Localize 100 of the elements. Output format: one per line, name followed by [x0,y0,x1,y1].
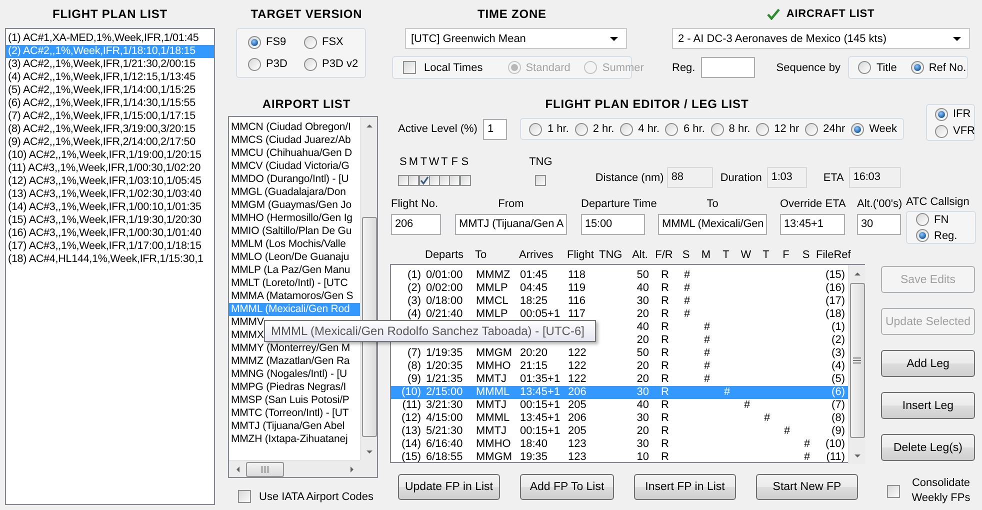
list-item[interactable]: (4) AC#2,,1%,Week,IFR,1/12:15,1/13:45 [6,71,214,84]
list-item[interactable]: (17) AC#3,,1%,Week,IFR,1/17:00,1/18:15 [6,240,214,253]
radio-button[interactable] [935,108,948,120]
list-item[interactable]: (1) AC#1,XA-MED,1%,Week,IFR,1/01:45 [6,32,214,45]
action-button[interactable]: Add FP To List [520,474,614,500]
table-row[interactable]: (15) 6/18:55 MMGM 19:35 123 10 R # (11) [391,451,848,464]
list-item[interactable]: (8) AC#2,,1%,Week,IFR,3/19:00,3/20:15 [6,123,214,136]
list-item[interactable]: (12) AC#3,,1%,Week,IFR,1/03:10,1/05:45 [6,175,214,188]
list-item[interactable]: (15) AC#3,,1%,Week,IFR,1/19:30,1/20:30 [6,214,214,227]
eta-field[interactable]: 16:03 [849,167,902,188]
table-row[interactable]: (7) 1/19:35 MMGM 20:20 122 50 R # (3) [391,347,848,360]
departure-time-field[interactable]: 15:00 [581,214,645,235]
duration-field[interactable]: 1:03 [767,167,808,188]
action-button[interactable]: Insert FP in List [634,474,736,500]
radio-button[interactable] [248,36,261,48]
list-item[interactable]: (3) AC#2,,1%,Week,IFR,1/21:30,2/00:15 [6,58,214,71]
list-item[interactable]: (11) AC#3,,1%,Week,IFR,1/00:30,1/02:20 [6,162,214,175]
checkbox[interactable] [418,174,430,186]
list-item[interactable]: MMLT (Loreto/Intl) - [UTC [229,277,360,290]
radio-button[interactable] [910,61,924,74]
list-item[interactable]: (7) AC#2,,1%,Week,IFR,1/15:00,1/17:15 [6,110,214,123]
destination-field[interactable]: MMML (Mexicali/Gen [658,214,767,235]
flight-number-field[interactable]: 206 [391,214,441,235]
list-item[interactable]: MMDO (Durango/Intl) - [U [229,173,360,186]
list-item[interactable]: (16) AC#3,,1%,Week,IFR,1/00:30,1/01:40 [6,227,214,240]
list-item[interactable]: MMPG (Piedras Negras/I [229,381,360,394]
checkbox[interactable] [398,174,409,186]
scrollbar-thumb[interactable] [850,283,864,438]
list-item[interactable]: MMHO (Hermosillo/Gen Ig [229,212,360,225]
list-item[interactable]: MMLM (Los Mochis/Valle [229,238,360,251]
action-button[interactable]: Delete Leg(s) [881,434,975,461]
list-item[interactable]: MMMA (Matamoros/Gen S [229,290,360,303]
checkbox[interactable] [535,174,546,186]
radio-button[interactable] [710,122,724,136]
checkbox[interactable] [887,484,900,498]
override-eta-field[interactable]: 13:45+1 [780,214,845,235]
radio-button[interactable] [756,122,770,136]
list-item[interactable]: MMZH (Ixtapa-Zihuatanej [229,433,360,446]
table-row[interactable]: (2) 0/02:00 MMLP 04:45 119 40 R # (16) [391,282,848,295]
radio-button[interactable] [574,122,588,136]
table-row[interactable]: (14) 6/16:40 MMHO 18:40 123 30 R # (10) [391,438,848,451]
list-item[interactable]: MMCU (Chihuahua/Gen D [229,147,360,160]
registration-field[interactable] [701,57,756,78]
list-item[interactable]: (10) AC#2,,1%,Week,IFR,1/19:00,1/20:15 [6,149,214,162]
checkbox[interactable] [408,174,420,186]
table-row[interactable]: (4) 0/21:40 MMLP 00:05+1 117 20 R # (18) [391,308,848,321]
checkbox[interactable] [403,61,416,74]
table-row[interactable]: (11) 3/21:30 MMTJ 00:15+1 205 40 R # (7) [391,399,848,412]
radio-button[interactable] [805,122,818,136]
list-item[interactable]: MMLP (La Paz/Gen Manu [229,264,360,277]
list-item[interactable]: MMMY (Monterrey/Gen M [229,342,360,355]
table-row[interactable]: (9) 1/21:35 MMTJ 01:35+1 122 20 R # (5) [391,373,848,386]
radio-button[interactable] [665,122,678,136]
list-item[interactable]: MMLO (Leon/De Guanaju [229,251,360,264]
radio-button[interactable] [304,36,317,48]
list-item[interactable]: (5) AC#2,,1%,Week,IFR,1/14:00,1/15:25 [6,84,214,97]
horizontal-scrollbar[interactable] [229,460,360,477]
list-item[interactable]: (13) AC#3,,1%,Week,IFR,1/02:30,1/03:40 [6,188,214,201]
list-item[interactable]: MMGM (Guaymas/Gen Jo [229,199,360,212]
checkbox[interactable] [449,174,460,186]
checkbox[interactable] [460,174,471,186]
scrollbar-thumb[interactable] [246,462,284,476]
time-zone-dropdown[interactable]: [UTC] Greenwich Mean [405,28,627,49]
action-button[interactable]: Update FP in List [398,474,500,500]
checkbox[interactable] [439,174,450,186]
list-item[interactable]: MMTJ (Tijuana/Gen Abel [229,420,360,433]
radio-button[interactable] [851,122,864,136]
action-button[interactable]: Add Leg [881,350,975,377]
list-item[interactable]: (14) AC#3,,1%,Week,IFR,1/00:10,1/01:35 [6,201,214,214]
table-row[interactable]: (8) 1/20:35 MMHO 21:15 122 20 R # (4) [391,360,848,373]
list-item[interactable]: MMNG (Nogales/Intl) - [U [229,368,360,381]
checkbox[interactable] [428,174,440,186]
radio-button[interactable] [935,124,948,138]
altitude-field[interactable]: 30 [857,214,901,235]
list-item[interactable]: MMGL (Guadalajara/Don [229,186,360,199]
radio-button[interactable] [620,122,634,136]
list-item[interactable]: MMCN (Ciudad Obregon/I [229,121,360,134]
list-item[interactable]: MMCV (Ciudad Victoria/G [229,160,360,173]
table-row[interactable]: (3) 0/18:00 MMCL 18:25 116 30 R # (17) [391,295,848,308]
list-item[interactable]: MMCS (Ciudad Juarez/Ab [229,134,360,147]
list-item[interactable]: (9) AC#2,,1%,Week,IFR,2/14:00,2/17:50 [6,136,214,149]
radio-button[interactable] [858,61,872,74]
radio-button[interactable] [916,229,929,242]
list-item[interactable]: MMSP (San Luis Potosi/P [229,394,360,407]
list-item[interactable]: (6) AC#2,,1%,Week,IFR,1/14:30,1/15:55 [6,97,214,110]
list-item[interactable]: MMIO (Saltillo/Plan De Gu [229,225,360,238]
action-button[interactable]: Insert Leg [881,392,975,419]
checkbox[interactable] [238,490,251,503]
radio-button[interactable] [529,122,542,136]
list-item[interactable]: MMMZ (Mazatlan/Gen Ra [229,355,360,368]
table-row[interactable]: (1) 0/01:00 MMMZ 01:45 118 50 R # (15) [391,269,848,282]
list-item[interactable]: (18) AC#4,HL144,1%,Week,IFR,1/15:30,1 [6,253,214,266]
table-row[interactable]: (12) 4/15:00 MMML 13:45+1 206 30 R # (8) [391,412,848,425]
radio-button[interactable] [304,58,317,70]
radio-button[interactable] [248,58,261,70]
origin-field[interactable]: MMTJ (Tijuana/Gen A [455,214,567,235]
distance-field[interactable]: 88 [667,167,714,188]
action-button[interactable]: Start New FP [756,474,858,500]
table-row[interactable]: (13) 5/21:30 MMTJ 00:15+1 205 20 R # (9) [391,425,848,438]
active-level-field[interactable]: 1 [483,118,508,140]
